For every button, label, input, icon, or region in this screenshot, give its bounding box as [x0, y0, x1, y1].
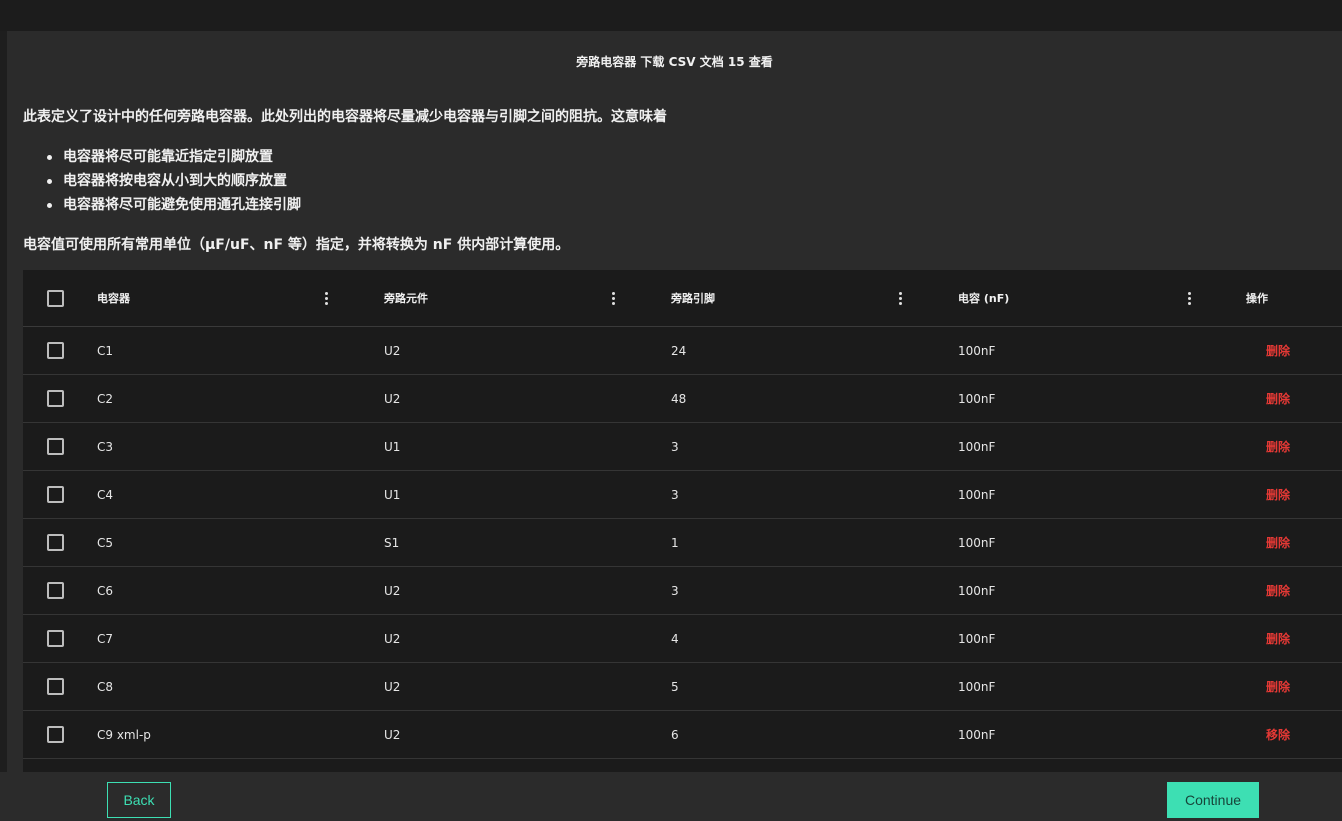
capacitance-cell: 100nF [958, 535, 996, 550]
capacitance-cell: 100nF [958, 391, 996, 406]
column-menu-icon[interactable] [608, 270, 618, 326]
capacitance-cell: 100nF [958, 727, 996, 742]
header-capacitor[interactable]: 电容器 [97, 270, 130, 326]
rules-list-item: 电容器将尽可能避免使用通孔连接引脚 [47, 193, 301, 217]
table-row[interactable]: C4 U1 3 100nF 删除 [23, 471, 1342, 519]
bypass-part-cell: U2 [384, 391, 401, 406]
delete-row-button[interactable]: 删除 [1266, 423, 1290, 470]
row-checkbox[interactable] [47, 534, 64, 551]
bypass-part-cell: U2 [384, 343, 401, 358]
capacitance-cell: 100nF [958, 679, 996, 694]
header-bypass-pin[interactable]: 旁路引脚 [671, 270, 715, 326]
capacitor-cell: C4 [97, 487, 114, 502]
capacitance-cell: 100nF [958, 631, 996, 646]
table-row[interactable]: C7 U2 4 100nF 删除 [23, 615, 1342, 663]
delete-row-button[interactable]: 删除 [1266, 471, 1290, 518]
capacitance-cell: 100nF [958, 343, 996, 358]
column-menu-icon[interactable] [321, 270, 331, 326]
capacitor-cell: C5 [97, 535, 114, 550]
capacitor-cell: C6 [97, 583, 114, 598]
panel-title: 旁路电容器 下载 CSV 文档 15 查看 [576, 55, 773, 69]
continue-button[interactable]: Continue [1167, 782, 1259, 818]
bypass-pin-cell: 1 [671, 535, 679, 550]
row-checkbox[interactable] [47, 390, 64, 407]
capacitor-cell: C1 [97, 343, 114, 358]
bypass-pin-cell: 24 [671, 343, 687, 358]
table-row[interactable]: C9 xml-p U2 6 100nF 移除 [23, 711, 1342, 759]
delete-row-button[interactable]: 删除 [1266, 615, 1290, 662]
header-bypass-part[interactable]: 旁路元件 [384, 270, 428, 326]
row-checkbox[interactable] [47, 582, 64, 599]
table-row[interactable]: C6 U2 3 100nF 删除 [23, 567, 1342, 615]
capacitor-cell: C2 [97, 391, 114, 406]
bypass-part-cell: U2 [384, 727, 401, 742]
table-row[interactable]: C2 U2 48 100nF 删除 [23, 375, 1342, 423]
capacitor-table: 电容器 旁路元件 旁路引脚 电容 (nF) 操作 C1 U2 24 100nF 删除 C2… [23, 270, 1342, 772]
bypass-pin-cell: 6 [671, 727, 679, 742]
bypass-part-cell: S1 [384, 535, 400, 550]
bypass-capacitors-panel: 旁路电容器 下载 CSV 文档 15 查看 此表定义了设计中的任何旁路电容器。此… [7, 31, 1342, 772]
capacitance-cell: 100nF [958, 439, 996, 454]
top-bar [0, 0, 1342, 31]
row-checkbox[interactable] [47, 630, 64, 647]
column-menu-icon[interactable] [1184, 270, 1194, 326]
capacitance-cell: 100nF [958, 487, 996, 502]
bypass-part-cell: U2 [384, 583, 401, 598]
capacitor-cell: C8 [97, 679, 114, 694]
rules-list-item: 电容器将尽可能靠近指定引脚放置 [47, 145, 301, 169]
back-button[interactable]: Back [107, 782, 171, 818]
bypass-pin-cell: 3 [671, 487, 679, 502]
delete-row-button[interactable]: 删除 [1266, 663, 1290, 710]
footer-bar: Back Continue [0, 772, 1342, 821]
delete-row-button[interactable]: 删除 [1266, 327, 1290, 374]
bypass-pin-cell: 48 [671, 391, 687, 406]
capacitor-cell: C3 [97, 439, 114, 454]
bypass-pin-cell: 5 [671, 679, 679, 694]
select-all-checkbox[interactable] [47, 289, 64, 307]
column-menu-icon[interactable] [895, 270, 905, 326]
rules-list: 电容器将尽可能靠近指定引脚放置 电容器将按电容从小到大的顺序放置 电容器将尽可能… [47, 145, 301, 217]
units-note: 电容值可使用所有常用单位（µF/uF、nF 等）指定，并将转换为 nF 供内部计… [23, 237, 570, 253]
bypass-part-cell: U1 [384, 439, 401, 454]
table-row[interactable]: C1 U2 24 100nF 删除 [23, 327, 1342, 375]
delete-row-button[interactable]: 删除 [1266, 519, 1290, 566]
table-row[interactable]: C5 S1 1 100nF 删除 [23, 519, 1342, 567]
row-checkbox[interactable] [47, 726, 64, 743]
row-checkbox[interactable] [47, 486, 64, 503]
capacitance-cell: 100nF [958, 583, 996, 598]
capacitor-cell: C7 [97, 631, 114, 646]
table-header-row: 电容器 旁路元件 旁路引脚 电容 (nF) 操作 [23, 270, 1342, 327]
row-checkbox[interactable] [47, 678, 64, 695]
header-actions: 操作 [1246, 292, 1268, 305]
bypass-pin-cell: 3 [671, 583, 679, 598]
bypass-part-cell: U2 [384, 679, 401, 694]
delete-row-button[interactable]: 移除 [1266, 711, 1290, 758]
bypass-pin-cell: 4 [671, 631, 679, 646]
rules-list-item: 电容器将按电容从小到大的顺序放置 [47, 169, 301, 193]
row-checkbox[interactable] [47, 438, 64, 455]
delete-row-button[interactable]: 删除 [1266, 567, 1290, 614]
header-capacitance[interactable]: 电容 (nF) [958, 270, 1009, 326]
capacitor-cell: C9 xml-p [97, 727, 151, 742]
bypass-pin-cell: 3 [671, 439, 679, 454]
intro-text: 此表定义了设计中的任何旁路电容器。此处列出的电容器将尽量减少电容器与引脚之间的阻… [23, 109, 667, 125]
row-checkbox[interactable] [47, 342, 64, 359]
table-row[interactable]: C8 U2 5 100nF 删除 [23, 663, 1342, 711]
bypass-part-cell: U1 [384, 487, 401, 502]
delete-row-button[interactable]: 删除 [1266, 375, 1290, 422]
table-row[interactable]: C3 U1 3 100nF 删除 [23, 423, 1342, 471]
bypass-part-cell: U2 [384, 631, 401, 646]
